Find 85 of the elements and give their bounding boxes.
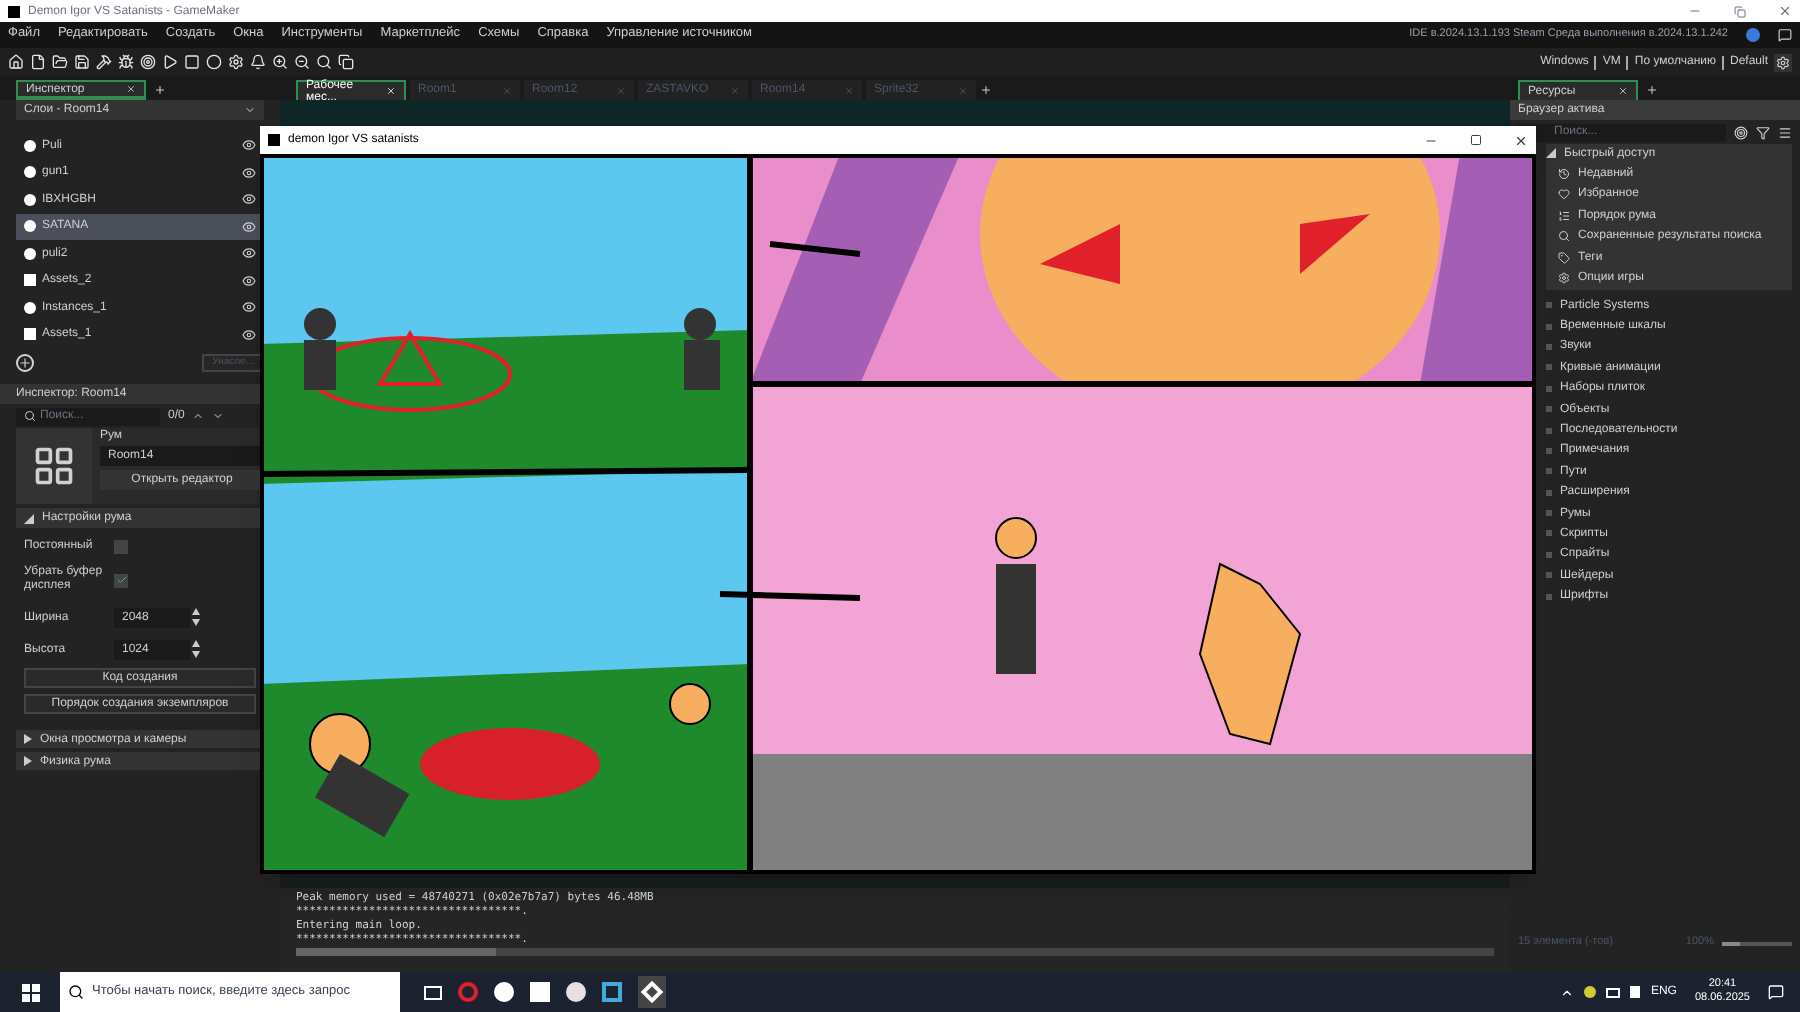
next-icon[interactable] bbox=[212, 410, 225, 422]
checkbox[interactable] bbox=[114, 573, 128, 587]
instance-layer-icon bbox=[24, 139, 36, 152]
toolbar-icon[interactable] bbox=[52, 54, 68, 70]
tags-icon bbox=[1558, 251, 1570, 264]
toolbar-icon[interactable] bbox=[118, 54, 134, 70]
close-icon[interactable] bbox=[1514, 133, 1528, 147]
asset-layer-icon bbox=[24, 328, 36, 341]
collapsed-arrow-icon[interactable] bbox=[24, 734, 32, 744]
recent-icon bbox=[1558, 167, 1570, 180]
instance-layer-icon bbox=[24, 193, 36, 206]
game-icon bbox=[268, 134, 280, 146]
close-icon[interactable] bbox=[1778, 4, 1792, 18]
expanded-arrow-icon[interactable] bbox=[24, 513, 34, 523]
folder-bullet-icon bbox=[1546, 468, 1552, 475]
locate-icon[interactable] bbox=[1734, 125, 1748, 139]
expanded-arrow-icon[interactable] bbox=[1546, 148, 1556, 159]
chevron-down-icon bbox=[244, 104, 256, 116]
checkbox[interactable] bbox=[114, 539, 128, 553]
room-order-icon bbox=[1558, 209, 1570, 222]
toolbar-icon[interactable] bbox=[96, 54, 112, 70]
toolbar-icon[interactable] bbox=[272, 54, 288, 70]
room-icon bbox=[32, 444, 76, 488]
taskbar-app-icon[interactable] bbox=[638, 976, 666, 1008]
target-settings-icon[interactable] bbox=[1774, 53, 1792, 71]
toolbar-icon[interactable] bbox=[250, 54, 266, 70]
toolbar-icon[interactable] bbox=[8, 54, 24, 70]
folder-bullet-icon bbox=[1546, 302, 1552, 309]
folder-bullet-icon bbox=[1546, 323, 1552, 330]
folder-bullet-icon bbox=[1546, 510, 1552, 517]
instance-layer-icon bbox=[24, 166, 36, 179]
toolbar-icon[interactable] bbox=[74, 54, 90, 70]
folder-bullet-icon bbox=[1546, 530, 1552, 537]
maximize-icon[interactable] bbox=[1470, 134, 1482, 146]
start-icon[interactable] bbox=[21, 983, 39, 1001]
visibility-icon[interactable] bbox=[242, 327, 256, 342]
visibility-icon[interactable] bbox=[242, 192, 256, 207]
toolbar-icon[interactable] bbox=[294, 54, 310, 70]
search-icon bbox=[68, 984, 84, 1000]
add-tab-icon[interactable] bbox=[154, 84, 166, 96]
folder-bullet-icon bbox=[1546, 572, 1552, 579]
folder-bullet-icon bbox=[1546, 385, 1552, 392]
tray-expand-icon[interactable] bbox=[1560, 985, 1575, 999]
instance-layer-icon bbox=[24, 220, 36, 233]
folder-bullet-icon bbox=[1546, 551, 1552, 558]
toolbar-icon[interactable] bbox=[338, 54, 354, 70]
account-icon[interactable] bbox=[1746, 28, 1760, 42]
add-tab-icon[interactable] bbox=[1646, 84, 1658, 96]
toolbar-icon[interactable] bbox=[228, 54, 244, 70]
folder-bullet-icon bbox=[1546, 343, 1552, 350]
notifications-icon[interactable] bbox=[1768, 984, 1784, 1000]
spinner-icon[interactable] bbox=[192, 640, 200, 658]
search-icon bbox=[24, 410, 36, 422]
spinner-icon[interactable] bbox=[192, 608, 200, 626]
asset-layer-icon bbox=[24, 274, 36, 287]
add-layer-icon[interactable] bbox=[16, 353, 34, 371]
visibility-icon[interactable] bbox=[242, 165, 256, 180]
menu-icon[interactable] bbox=[1778, 125, 1792, 139]
folder-bullet-icon bbox=[1546, 427, 1552, 434]
folder-bullet-icon bbox=[1546, 364, 1552, 371]
restore-icon[interactable] bbox=[1734, 5, 1746, 17]
instance-layer-icon bbox=[24, 301, 36, 314]
folder-bullet-icon bbox=[1546, 489, 1552, 496]
visibility-icon[interactable] bbox=[242, 219, 256, 234]
chat-icon[interactable] bbox=[1778, 28, 1792, 42]
visibility-icon[interactable] bbox=[242, 300, 256, 315]
folder-bullet-icon bbox=[1546, 593, 1552, 600]
visibility-icon[interactable] bbox=[242, 246, 256, 261]
filter-icon[interactable] bbox=[1756, 125, 1770, 139]
folder-bullet-icon bbox=[1546, 406, 1552, 413]
task-view-icon[interactable] bbox=[424, 985, 442, 999]
app-icon bbox=[8, 5, 20, 17]
toolbar-icon[interactable] bbox=[316, 54, 332, 70]
add-tab-icon[interactable] bbox=[980, 84, 992, 96]
visibility-icon[interactable] bbox=[242, 138, 256, 153]
toolbar-icon[interactable] bbox=[30, 54, 46, 70]
visibility-icon[interactable] bbox=[242, 273, 256, 288]
saved-search-icon bbox=[1558, 230, 1570, 243]
previous-icon[interactable] bbox=[192, 410, 205, 422]
folder-bullet-icon bbox=[1546, 447, 1552, 454]
instance-layer-icon bbox=[24, 247, 36, 260]
game-options-icon bbox=[1558, 272, 1570, 285]
collapsed-arrow-icon[interactable] bbox=[24, 756, 32, 766]
favorites-icon bbox=[1558, 188, 1570, 201]
tray-icon[interactable] bbox=[1584, 986, 1597, 998]
